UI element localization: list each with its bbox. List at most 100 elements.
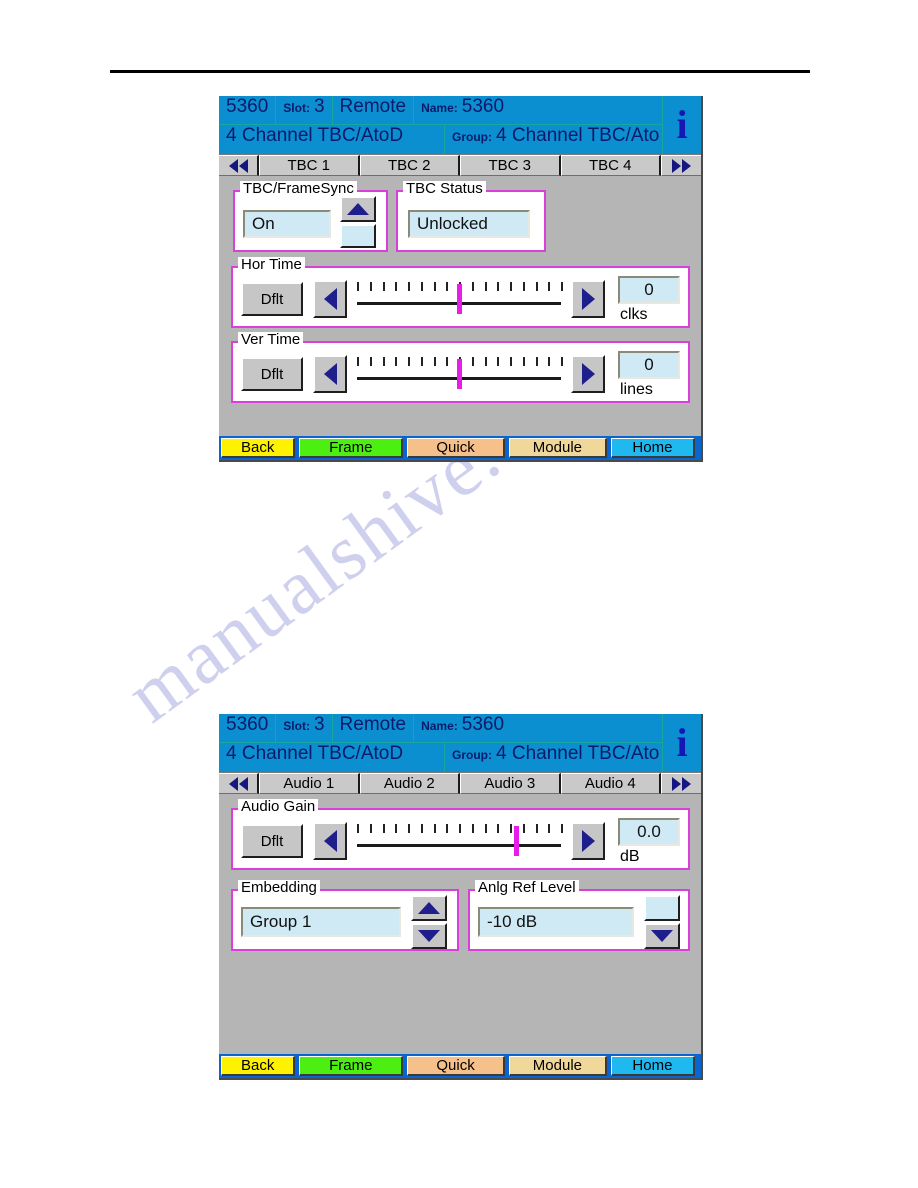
group-embedding: Embedding Group 1 [231,880,459,951]
audio-gain-decrement-button[interactable] [313,822,347,860]
ver-time-value[interactable]: 0 [618,351,680,379]
hor-time-default-button[interactable]: Dflt [241,282,303,316]
triangle-left-icon [323,363,337,385]
group-legend: TBC Status [403,181,486,196]
tab-strip-tbc: TBC 1 TBC 2 TBC 3 TBC 4 [219,154,701,176]
group-label: Group: [452,748,492,762]
device-screen-tbc: i 5360 Slot: 3 Remote Name: 5360 4 Chann… [219,96,703,462]
slot-cell: Slot: 3 [276,96,333,124]
hor-time-increment-button[interactable] [571,280,605,318]
anlg-ref-value[interactable]: -10 dB [478,907,634,937]
embedding-down-button[interactable] [411,923,447,949]
group-legend: TBC/FrameSync [240,181,357,196]
slot-label: Slot: [283,101,310,115]
frame-button[interactable]: Frame [299,438,404,458]
frame-button[interactable]: Frame [299,1056,404,1076]
ver-time-unit-label: lines [620,381,653,398]
group-legend: Hor Time [238,257,305,272]
ver-time-decrement-button[interactable] [313,355,347,393]
audio-gain-slider-thumb[interactable] [514,826,520,856]
hor-time-slider[interactable] [357,280,563,318]
slot-label: Slot: [283,719,310,733]
quick-button[interactable]: Quick [407,1056,505,1076]
group-audio-gain: Audio Gain Dflt 0.0 dB [231,799,690,870]
home-button[interactable]: Home [610,1056,695,1076]
audio-gain-default-button[interactable]: Dflt [241,824,303,858]
triangle-left-icon [323,288,337,310]
audio-gain-value[interactable]: 0.0 [618,818,680,846]
name-value: 5360 [461,714,505,735]
tab-next-button[interactable] [661,155,701,176]
name-label: Name: [421,101,458,115]
audio-gain-slider-track [357,844,561,847]
tab-audio-4[interactable]: Audio 4 [560,773,661,794]
status-header-row-1-tbc: 5360 Slot: 3 Remote Name: 5360 [219,96,701,125]
double-arrow-left-icon [238,776,248,791]
group-legend: Audio Gain [238,799,319,814]
info-button-tbc[interactable]: i [662,96,701,154]
ver-time-increment-button[interactable] [571,355,605,393]
hor-time-slider-thumb[interactable] [457,284,462,314]
triangle-up-icon [418,902,440,914]
screen-body-tbc: TBC/FrameSync On TBC Status Unlocked Hor… [219,176,701,433]
home-button[interactable]: Home [610,438,695,458]
audio-gain-increment-button[interactable] [571,822,605,860]
embedding-up-button[interactable] [411,895,447,921]
back-button[interactable]: Back [221,1056,296,1076]
double-arrow-left-icon [228,158,238,173]
tab-audio-2[interactable]: Audio 2 [359,773,460,794]
anlg-ref-down-button[interactable] [644,923,680,949]
mode-cell: Remote [333,714,415,742]
group-legend: Ver Time [238,332,304,347]
product-value: 4 Channel TBC/AtoD [226,743,404,764]
tab-tbc-3[interactable]: TBC 3 [460,155,561,176]
double-arrow-right-icon [672,158,681,173]
name-value: 5360 [461,96,505,117]
info-button-audio[interactable]: i [662,714,701,772]
double-arrow-right-icon [682,776,691,791]
tab-next-button[interactable] [661,773,701,794]
tab-tbc-1[interactable]: TBC 1 [259,155,360,176]
framesync-value[interactable]: On [243,210,331,238]
module-button[interactable]: Module [508,438,607,458]
group-tbc-status: TBC Status Unlocked [396,181,546,252]
triangle-right-icon [581,363,595,385]
anlg-ref-up-button[interactable] [644,895,680,921]
device-id-value: 5360 [226,96,269,117]
hor-time-value[interactable]: 0 [618,276,680,304]
audio-gain-slider-ticks [357,824,563,833]
group-cell: Group: 4 Channel TBC/Ato [445,743,666,772]
ver-time-default-button[interactable]: Dflt [241,357,303,391]
audio-gain-slider[interactable] [357,822,563,860]
quick-button[interactable]: Quick [407,438,505,458]
module-button[interactable]: Module [508,1056,607,1076]
tab-tbc-2[interactable]: TBC 2 [359,155,460,176]
group-ver-time: Ver Time Dflt 0 lines [231,332,690,403]
tab-prev-button[interactable] [219,773,259,794]
hor-time-decrement-button[interactable] [313,280,347,318]
framesync-down-button[interactable] [340,224,376,248]
name-cell: Name: 5360 [414,96,511,124]
ver-time-slider-thumb[interactable] [457,359,462,389]
tab-strip-audio: Audio 1 Audio 2 Audio 3 Audio 4 [219,772,701,794]
device-id-cell: 5360 [219,714,277,742]
group-cell: Group: 4 Channel TBC/Ato [445,125,666,154]
tab-audio-1[interactable]: Audio 1 [259,773,360,794]
back-button[interactable]: Back [221,438,296,458]
framesync-up-button[interactable] [340,196,376,222]
name-cell: Name: 5360 [414,714,511,742]
group-hor-time: Hor Time Dflt 0 clks [231,257,690,328]
product-value: 4 Channel TBC/AtoD [226,125,404,146]
embedding-value[interactable]: Group 1 [241,907,401,937]
group-legend: Anlg Ref Level [475,880,579,895]
audio-gain-unit-label: dB [620,848,640,865]
status-header-row-2-tbc: 4 Channel TBC/AtoD Group: 4 Channel TBC/… [219,125,701,154]
screen-body-audio: Audio Gain Dflt 0.0 dB Embedding Group 1 [219,794,701,1051]
tab-audio-3[interactable]: Audio 3 [460,773,561,794]
device-id-value: 5360 [226,714,269,735]
command-bar-audio: Back Frame Quick Module Home [219,1054,701,1078]
ver-time-slider[interactable] [357,355,563,393]
group-value: 4 Channel TBC/Ato [496,743,660,764]
tab-prev-button[interactable] [219,155,259,176]
tab-tbc-4[interactable]: TBC 4 [560,155,661,176]
